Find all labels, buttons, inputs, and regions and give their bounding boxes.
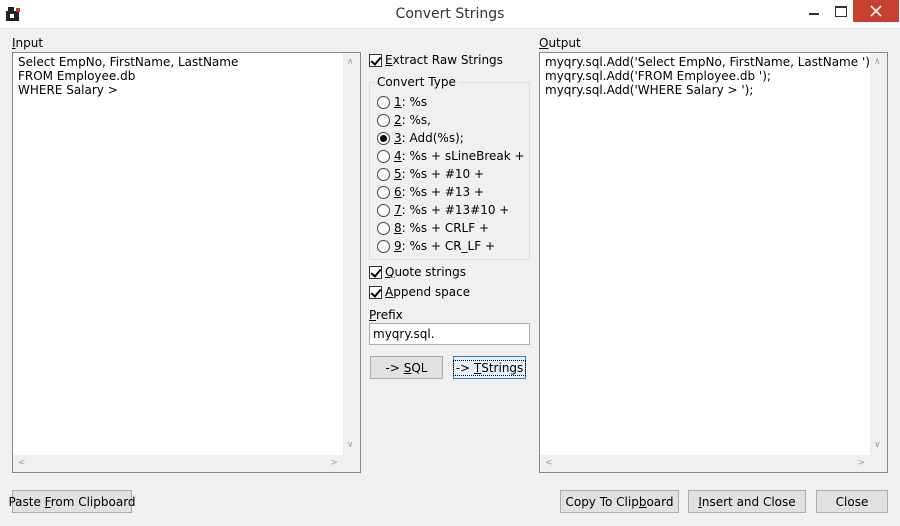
radio-type-6[interactable]: 6: %s + #13 + (377, 185, 484, 199)
extract-raw-strings-checkbox[interactable]: Extract Raw Strings (369, 53, 503, 67)
output-label: Output (539, 36, 581, 50)
insert-and-close-button[interactable]: Insert and Close (688, 490, 806, 513)
input-text[interactable]: Select EmpNo, FirstName, LastName FROM Em… (18, 55, 340, 97)
paste-from-clipboard-button[interactable]: Paste From Clipboard (8, 490, 136, 513)
radio-dot-selected[interactable] (377, 131, 390, 145)
scroll-corner (870, 455, 887, 472)
radio-dot[interactable] (377, 95, 390, 109)
copy-to-clipboard-button[interactable]: Copy To Clipboard (560, 490, 679, 513)
radio-dot[interactable] (377, 221, 390, 235)
scroll-up-icon[interactable]: ∧ (347, 58, 354, 67)
radio-type-4[interactable]: 4: %s + sLineBreak + (377, 149, 525, 163)
append-space-checkbox[interactable]: Append space (369, 285, 470, 299)
checkbox-box[interactable] (369, 265, 382, 279)
scroll-right-icon[interactable]: > (330, 459, 338, 468)
to-tstrings-button[interactable]: -> TStrings (452, 356, 527, 379)
radio-dot[interactable] (377, 113, 390, 127)
radio-type-3[interactable]: 3: Add(%s); (377, 131, 464, 145)
radio-type-9[interactable]: 9: %s + CR_LF + (377, 239, 495, 253)
output-vertical-scrollbar[interactable]: ∧ ∨ (870, 53, 887, 455)
radio-dot[interactable] (377, 203, 390, 217)
close-icon (870, 5, 882, 17)
quote-strings-label: Quote strings (385, 265, 467, 279)
window-title: Convert Strings (395, 6, 505, 22)
output-horizontal-scrollbar[interactable]: < > (540, 455, 870, 472)
quote-strings-checkbox[interactable]: Quote strings (369, 265, 466, 279)
append-space-label: Append space (385, 285, 471, 299)
radio-type-5[interactable]: 5: %s + #10 + (377, 167, 484, 181)
radio-dot[interactable] (377, 239, 390, 253)
checkbox-box[interactable] (369, 53, 382, 67)
input-vertical-scrollbar[interactable]: ∧ ∨ (343, 53, 360, 455)
convert-type-title: Convert Type (375, 75, 458, 89)
scroll-down-icon[interactable]: ∨ (874, 441, 881, 450)
scroll-left-icon[interactable]: < (545, 459, 553, 468)
prefix-input[interactable] (369, 323, 530, 345)
output-text[interactable]: myqry.sql.Add('Select EmpNo, FirstName, … (545, 55, 874, 97)
input-memo[interactable]: Select EmpNo, FirstName, LastName FROM Em… (12, 52, 361, 473)
radio-dot[interactable] (377, 167, 390, 181)
scroll-left-icon[interactable]: < (18, 459, 26, 468)
scroll-corner (343, 455, 360, 472)
radio-type-2[interactable]: 2: %s, (377, 113, 431, 127)
radio-type-7[interactable]: 7: %s + #13#10 + (377, 203, 509, 217)
to-sql-button[interactable]: -> SQL (370, 356, 443, 379)
minimize-button[interactable] (801, 0, 827, 22)
scroll-down-icon[interactable]: ∨ (347, 441, 354, 450)
maximize-button[interactable] (827, 0, 853, 22)
close-button[interactable]: Close (816, 490, 888, 513)
close-window-button[interactable] (853, 0, 899, 22)
title-bar: Convert Strings (0, 0, 900, 29)
radio-type-1[interactable]: 1: %s (377, 95, 427, 109)
extract-raw-strings-label: Extract Raw Strings (385, 53, 503, 67)
checkbox-box[interactable] (369, 285, 382, 299)
scroll-up-icon[interactable]: ∧ (874, 58, 881, 67)
scroll-right-icon[interactable]: > (857, 459, 865, 468)
input-horizontal-scrollbar[interactable]: < > (13, 455, 343, 472)
input-label: Input (12, 36, 44, 50)
output-memo[interactable]: myqry.sql.Add('Select EmpNo, FirstName, … (539, 52, 888, 473)
radio-type-8[interactable]: 8: %s + CRLF + (377, 221, 489, 235)
radio-dot[interactable] (377, 149, 390, 163)
prefix-label: Prefix (369, 308, 403, 322)
radio-dot[interactable] (377, 185, 390, 199)
